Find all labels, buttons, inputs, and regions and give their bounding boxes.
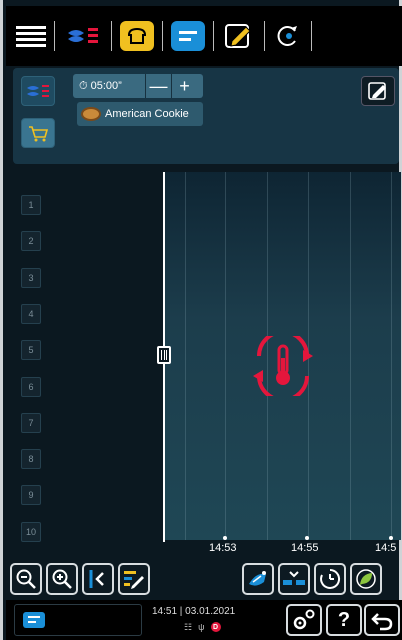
dish-icon[interactable] <box>63 14 103 58</box>
basket-button[interactable] <box>21 118 55 148</box>
rack-number[interactable]: 3 <box>21 267 41 288</box>
status-indicators: ☷ ψ D <box>184 622 221 633</box>
dish-mode-button[interactable] <box>21 76 55 106</box>
rack-number[interactable]: 7 <box>21 412 41 433</box>
food-name: American Cookie <box>105 108 189 120</box>
rack-number[interactable]: 6 <box>21 376 41 397</box>
program-panel <box>13 68 399 164</box>
edit-schedule-button[interactable] <box>118 563 150 595</box>
rack-number[interactable]: 2 <box>21 231 41 252</box>
separator <box>311 21 312 51</box>
plus-button[interactable]: + <box>171 74 197 98</box>
separator <box>54 21 55 51</box>
separator <box>213 21 214 51</box>
rack-number[interactable]: 5 <box>21 340 41 361</box>
time-label: 14:5 <box>375 542 397 554</box>
bottom-toolbar <box>6 560 402 598</box>
timer-button[interactable] <box>314 563 346 595</box>
leaf-icon <box>356 569 376 589</box>
food-item[interactable]: American Cookie <box>77 102 203 126</box>
edit-schedule-icon <box>124 571 144 589</box>
eco-button[interactable] <box>350 563 382 595</box>
time-tick <box>305 536 309 540</box>
timer-text: 05:00” <box>90 79 122 92</box>
zoom-in-icon <box>52 569 72 589</box>
minus-button[interactable]: — <box>145 74 171 98</box>
time-tick <box>223 536 227 540</box>
grid-line <box>391 172 392 540</box>
menu-icon[interactable] <box>16 14 46 58</box>
separator <box>111 21 112 51</box>
timer-chip[interactable]: ⏱ 05:00” — + <box>73 74 203 98</box>
program-icon <box>23 612 45 628</box>
gear-icon <box>293 609 315 630</box>
settings-button[interactable] <box>286 604 322 636</box>
time-tick <box>389 536 393 540</box>
preheat-icon <box>253 336 313 396</box>
rack-number[interactable]: 8 <box>21 449 41 470</box>
combine-button[interactable] <box>278 563 310 595</box>
jump-left-icon <box>89 570 104 588</box>
rack-number[interactable]: 4 <box>21 303 41 324</box>
d-badge: D <box>210 622 221 632</box>
edit-program-button[interactable] <box>361 76 395 106</box>
combine-icon <box>283 571 305 585</box>
grid-line <box>350 172 351 540</box>
cleaning-icon[interactable] <box>273 14 303 58</box>
zoom-out-button[interactable] <box>10 563 42 595</box>
rack-number[interactable]: 10 <box>21 521 41 542</box>
rack-number[interactable]: 9 <box>21 485 41 506</box>
usb-icon: ψ <box>198 622 205 632</box>
zoom-out-icon <box>16 569 36 589</box>
grid-line <box>225 172 226 540</box>
separator <box>264 21 265 51</box>
basket-icon <box>29 126 49 142</box>
grid-line <box>185 172 186 540</box>
bread-icon <box>120 21 154 51</box>
zoom-in-button[interactable] <box>46 563 78 595</box>
time-label: 14:53 <box>209 542 237 554</box>
top-navigation-bar <box>6 6 402 66</box>
network-icon: ☷ <box>184 622 193 632</box>
oven-screen: ⏱ 05:00” — + American Cookie 1 2 3 4 5 6 7 8 9 10… <box>0 0 402 640</box>
program-icon <box>171 21 205 51</box>
active-program-button[interactable] <box>14 604 142 636</box>
separator <box>162 21 163 51</box>
edit-icon <box>368 82 386 100</box>
timer-icon <box>320 568 341 589</box>
food-load-button[interactable] <box>242 563 274 595</box>
program-button[interactable] <box>171 14 205 58</box>
help-button[interactable]: ? <box>326 604 362 636</box>
bread-button[interactable] <box>120 14 154 58</box>
cookie-icon <box>81 107 101 121</box>
edit-icon[interactable] <box>222 14 256 58</box>
jump-to-now-button[interactable] <box>82 563 114 595</box>
food-load-icon <box>249 571 266 586</box>
timeline-drag-handle[interactable] <box>157 346 171 364</box>
date-time: 14:51 | 03.01.2021 <box>152 606 236 617</box>
rack-number[interactable]: 1 <box>21 195 41 215</box>
timer-value: ⏱ 05:00” <box>79 79 122 92</box>
status-bar: 14:51 | 03.01.2021 ☷ ψ D ? <box>6 600 402 640</box>
back-button[interactable] <box>364 604 400 636</box>
back-arrow-icon <box>371 613 393 631</box>
time-label: 14:55 <box>291 542 319 554</box>
